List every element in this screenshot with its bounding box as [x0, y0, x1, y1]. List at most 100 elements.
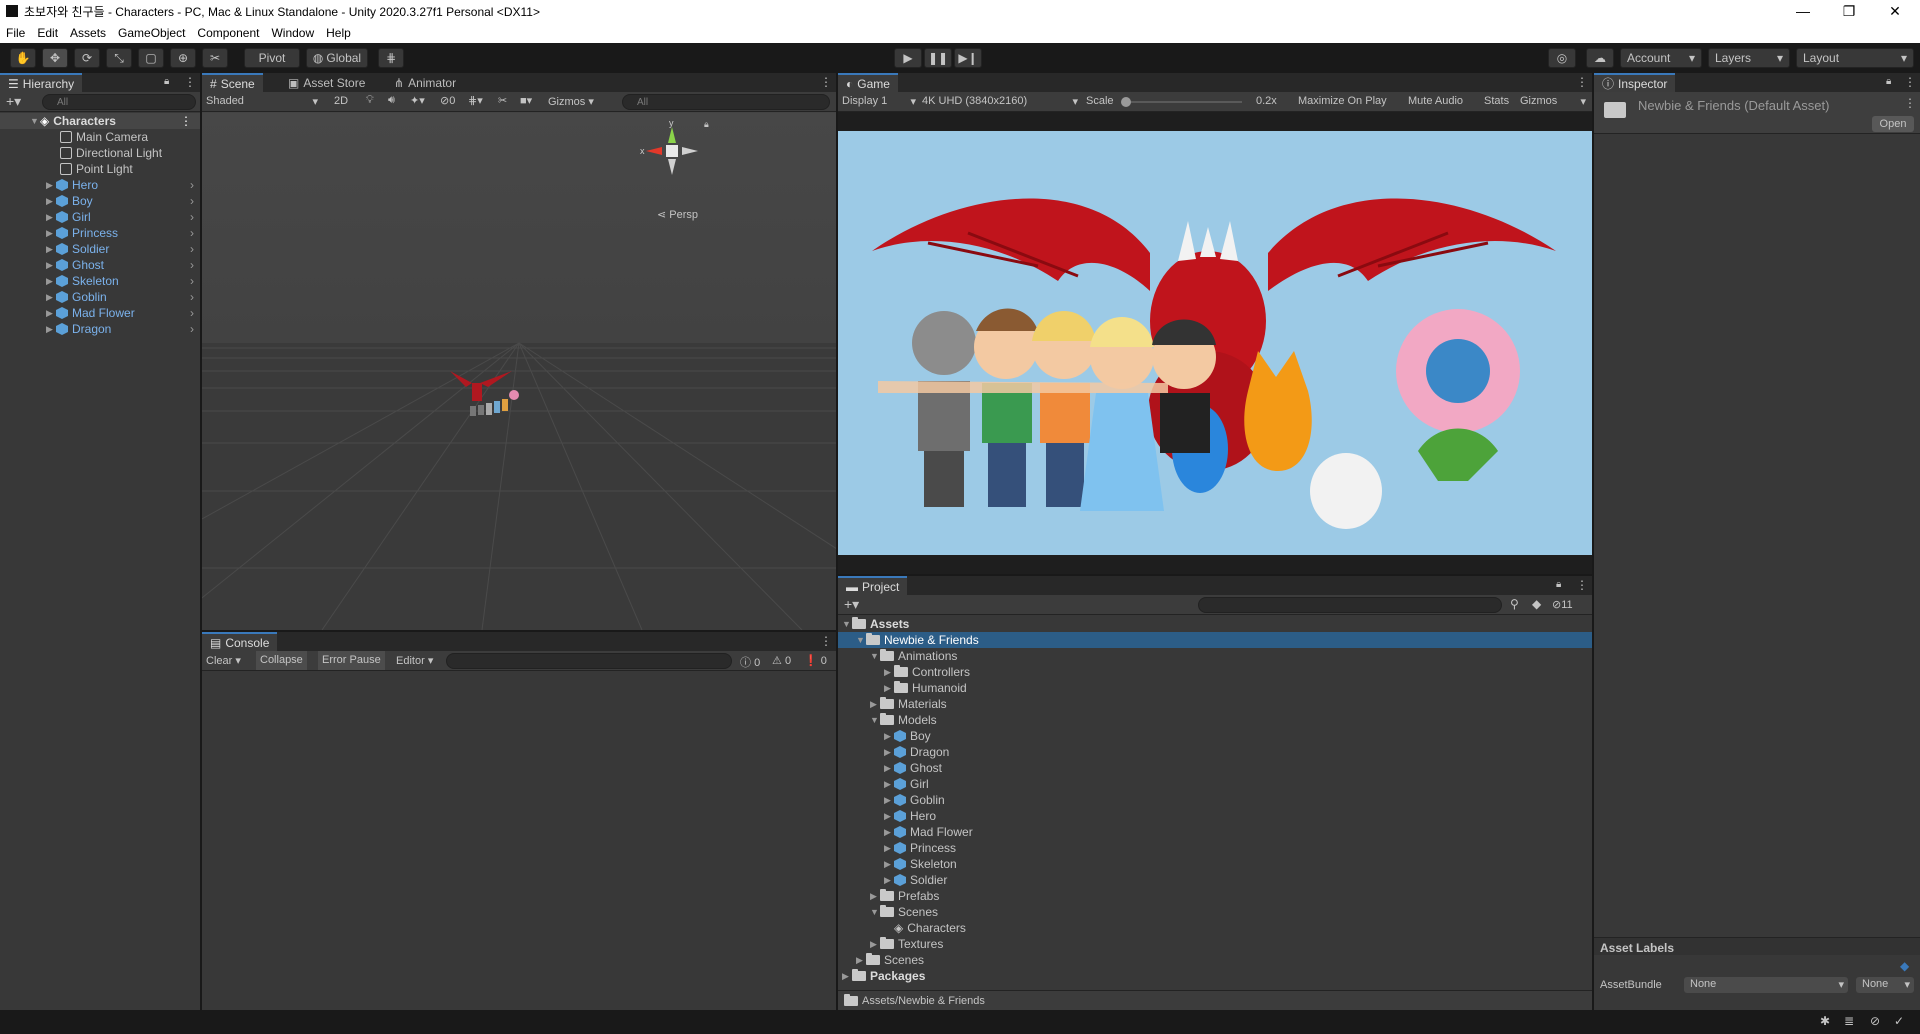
tab-project[interactable]: ▬ Project: [838, 576, 908, 595]
kebab-menu-icon[interactable]: ⋮: [1576, 578, 1588, 592]
menu-assets[interactable]: Assets: [70, 26, 106, 40]
chevron-right-icon[interactable]: ›: [190, 258, 194, 272]
hierarchy-item[interactable]: Directional Light: [0, 145, 200, 161]
clear-button[interactable]: Clear ▾: [206, 654, 241, 667]
scene-row[interactable]: ▼ ◈ Characters ⋮: [0, 113, 200, 129]
open-button[interactable]: Open: [1872, 116, 1914, 132]
collapse-button[interactable]: Collapse: [256, 651, 307, 670]
scale-slider-thumb[interactable]: [1121, 97, 1132, 107]
global-button[interactable]: ◍ Global: [306, 48, 368, 68]
hierarchy-prefab-item[interactable]: ▶ Dragon ›: [0, 321, 200, 337]
hierarchy-item[interactable]: Main Camera: [0, 129, 200, 145]
project-tree-item[interactable]: ▶ Goblin: [838, 792, 1592, 808]
hierarchy-item[interactable]: Point Light: [0, 161, 200, 177]
kebab-menu-icon[interactable]: ⋮: [820, 634, 832, 648]
project-tree-item[interactable]: ▼ Assets: [838, 616, 1592, 632]
scale-tool-icon[interactable]: ⤡: [106, 48, 132, 68]
maximize-on-play-toggle[interactable]: Maximize On Play: [1294, 92, 1391, 111]
pivot-button[interactable]: Pivot: [244, 48, 300, 68]
lock-icon[interactable]: 🔒︎: [704, 119, 709, 130]
log-filter-toggle[interactable]: ⓘ 0: [740, 654, 760, 670]
lock-icon[interactable]: 🔒︎: [164, 76, 169, 87]
variant-dropdown[interactable]: None ▾: [1856, 977, 1914, 993]
project-tree-item[interactable]: ▶ Packages: [838, 968, 1592, 984]
project-search-input[interactable]: [1198, 597, 1502, 613]
tools-icon[interactable]: ✂: [498, 94, 507, 107]
tab-console[interactable]: ▤ Console: [202, 632, 278, 651]
kebab-menu-icon[interactable]: ⋮: [820, 75, 832, 89]
game-view[interactable]: [838, 131, 1592, 555]
chevron-right-icon[interactable]: ›: [190, 274, 194, 288]
bug-icon[interactable]: ✱: [1820, 1014, 1830, 1028]
cloud-icon[interactable]: ☁: [1586, 48, 1614, 68]
play-button[interactable]: ▶: [894, 48, 922, 68]
grid-toggle-icon[interactable]: ⋕▾: [468, 94, 483, 107]
hierarchy-prefab-item[interactable]: ▶ Mad Flower ›: [0, 305, 200, 321]
rotate-tool-icon[interactable]: ⟳: [74, 48, 100, 68]
mute-audio-toggle[interactable]: Mute Audio: [1404, 92, 1467, 111]
hierarchy-prefab-item[interactable]: ▶ Princess ›: [0, 225, 200, 241]
collab-icon[interactable]: ◎: [1548, 48, 1576, 68]
chevron-right-icon[interactable]: ›: [190, 306, 194, 320]
layers-dropdown[interactable]: Layers ▾: [1708, 48, 1790, 68]
warning-filter-toggle[interactable]: ⚠ 0: [772, 654, 791, 667]
hierarchy-prefab-item[interactable]: ▶ Girl ›: [0, 209, 200, 225]
project-tree-item[interactable]: ▶ Ghost: [838, 760, 1592, 776]
project-tree-item[interactable]: ▶ Materials: [838, 696, 1592, 712]
layout-dropdown[interactable]: Layout ▾: [1796, 48, 1914, 68]
menu-component[interactable]: Component: [197, 26, 259, 40]
scene-gizmos-dropdown[interactable]: Gizmos ▾: [548, 95, 612, 108]
chevron-right-icon[interactable]: ›: [190, 210, 194, 224]
project-tree-item[interactable]: ▶ Princess: [838, 840, 1592, 856]
hierarchy-prefab-item[interactable]: ▶ Goblin ›: [0, 289, 200, 305]
project-tree-item[interactable]: ▶ Skeleton: [838, 856, 1592, 872]
effects-icon[interactable]: ✦▾: [410, 94, 425, 107]
project-tree-item[interactable]: ▼ Animations: [838, 648, 1592, 664]
chevron-right-icon[interactable]: ›: [190, 178, 194, 192]
resolution-dropdown[interactable]: 4K UHD (3840x2160) ▾: [922, 95, 1078, 108]
hierarchy-prefab-item[interactable]: ▶ Ghost ›: [0, 257, 200, 273]
minimize-button[interactable]: —: [1780, 0, 1826, 22]
mode-2d-toggle[interactable]: 2D: [334, 95, 348, 107]
scene-viewport[interactable]: y x ⋖ Persp 🔒︎: [202, 113, 836, 630]
project-tree-item[interactable]: ▼ Models: [838, 712, 1592, 728]
project-tree-item[interactable]: ▶ Girl: [838, 776, 1592, 792]
move-tool-icon[interactable]: ✥: [42, 48, 68, 68]
chevron-right-icon[interactable]: ›: [190, 194, 194, 208]
create-icon[interactable]: +▾: [844, 596, 859, 613]
chevron-right-icon[interactable]: ›: [190, 290, 194, 304]
add-icon[interactable]: +▾: [6, 93, 21, 110]
audio-icon[interactable]: 🔊︎: [388, 94, 395, 107]
scene-orientation-gizmo[interactable]: y x: [640, 119, 704, 189]
lock-icon[interactable]: 🔒︎: [1886, 76, 1891, 87]
chevron-right-icon[interactable]: ›: [190, 226, 194, 240]
search-by-type-icon[interactable]: ⚲: [1510, 597, 1519, 611]
error-pause-button[interactable]: Error Pause: [318, 651, 385, 670]
close-button[interactable]: ✕: [1872, 0, 1918, 22]
kebab-menu-icon[interactable]: ⋮: [1576, 75, 1588, 89]
hierarchy-prefab-item[interactable]: ▶ Skeleton ›: [0, 273, 200, 289]
tab-hierarchy[interactable]: ☰ Hierarchy: [0, 73, 83, 92]
console-search-input[interactable]: [446, 653, 732, 669]
error-filter-toggle[interactable]: ❗ 0: [804, 654, 827, 667]
tab-asset-store[interactable]: ▣ Asset Store: [280, 73, 373, 92]
display-dropdown[interactable]: Display 1 ▾: [842, 95, 916, 108]
project-tree-item[interactable]: ▶ Scenes: [838, 952, 1592, 968]
kebab-menu-icon[interactable]: ⋮: [180, 114, 192, 128]
label-tag-icon[interactable]: ◆: [1900, 959, 1909, 973]
account-dropdown[interactable]: Account ▾: [1620, 48, 1702, 68]
transform-tool-icon[interactable]: ⊕: [170, 48, 196, 68]
project-tree-item[interactable]: ▼ Scenes: [838, 904, 1592, 920]
stats-toggle[interactable]: Stats: [1480, 92, 1513, 111]
kebab-menu-icon[interactable]: ⋮: [184, 75, 196, 89]
shading-mode-dropdown[interactable]: Shaded ▾: [206, 95, 322, 108]
project-tree-item[interactable]: ◈ Characters: [838, 920, 1592, 936]
rect-tool-icon[interactable]: ▢: [138, 48, 164, 68]
camera-icon[interactable]: ■▾: [520, 94, 532, 107]
project-tree-item[interactable]: ▶ Humanoid: [838, 680, 1592, 696]
hidden-objects-icon[interactable]: ⊘0: [440, 94, 455, 107]
perspective-toggle[interactable]: ⋖ Persp: [657, 208, 698, 221]
menu-edit[interactable]: Edit: [37, 26, 58, 40]
project-tree-item[interactable]: ▶ Textures: [838, 936, 1592, 952]
grid-snap-icon[interactable]: ⋕: [378, 48, 404, 68]
